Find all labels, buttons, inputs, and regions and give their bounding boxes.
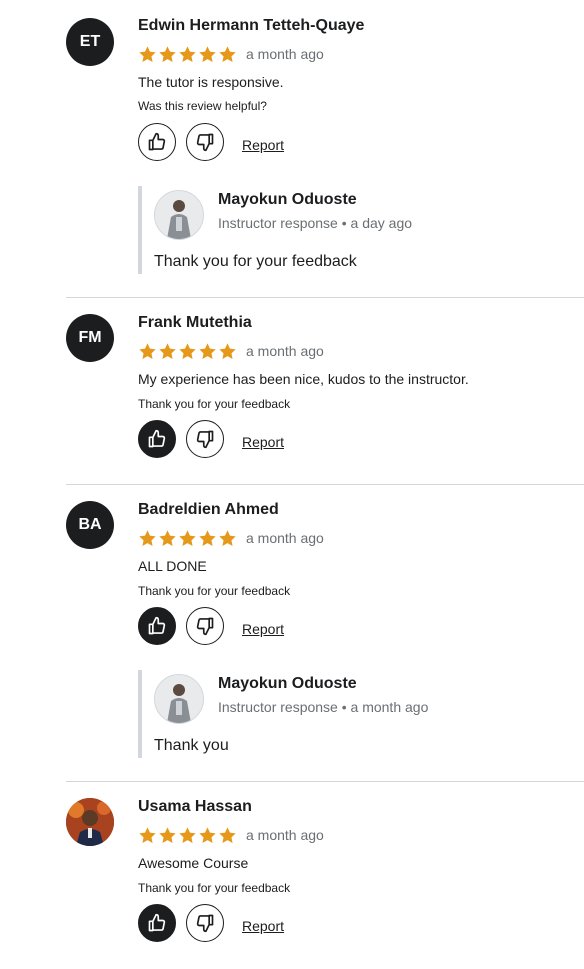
rating: a month ago bbox=[138, 528, 324, 548]
instructor-name: Mayokun Oduoste bbox=[218, 675, 357, 692]
helpful-prompt: Thank you for your feedback bbox=[138, 397, 291, 411]
divider bbox=[66, 297, 584, 298]
review-date: a month ago bbox=[246, 530, 324, 546]
thumbs-up-icon bbox=[148, 132, 166, 151]
instructor-name: Mayokun Oduoste bbox=[218, 191, 357, 208]
star-icon bbox=[199, 342, 216, 359]
helpful-prompt: Thank you for your feedback bbox=[138, 881, 291, 895]
thumbs-up-button[interactable] bbox=[138, 123, 176, 161]
star-icon bbox=[159, 826, 176, 843]
divider bbox=[66, 484, 584, 485]
star-icon bbox=[179, 826, 196, 843]
review-text: My experience has been nice, kudos to th… bbox=[138, 371, 469, 387]
star-icon bbox=[179, 529, 196, 546]
review-text: The tutor is responsive. bbox=[138, 74, 284, 90]
instructor-avatar bbox=[154, 190, 204, 240]
thumbs-up-icon bbox=[148, 616, 166, 635]
star-icon bbox=[199, 529, 216, 546]
rating: a month ago bbox=[138, 825, 324, 845]
review-date: a month ago bbox=[246, 46, 324, 62]
reviewer-name: Edwin Hermann Tetteh-Quaye bbox=[138, 17, 365, 34]
thumbs-up-button[interactable] bbox=[138, 607, 176, 645]
review-text: Awesome Course bbox=[138, 855, 249, 871]
helpful-prompt: Thank you for your feedback bbox=[138, 584, 291, 598]
star-icon bbox=[139, 826, 156, 843]
avatar bbox=[66, 798, 114, 846]
thumbs-up-icon bbox=[148, 913, 166, 932]
star-icon bbox=[159, 529, 176, 546]
star-rating bbox=[138, 826, 237, 845]
review-date: a month ago bbox=[246, 827, 324, 843]
star-icon bbox=[139, 529, 156, 546]
instructor-photo-icon bbox=[155, 675, 203, 723]
reviewer-name: Usama Hassan bbox=[138, 798, 252, 815]
response-meta: Instructor response • a day ago bbox=[218, 215, 413, 231]
report-link[interactable]: Report bbox=[242, 433, 284, 451]
user-photo-icon bbox=[66, 798, 114, 846]
thumbs-down-button[interactable] bbox=[186, 904, 224, 942]
review-date: a month ago bbox=[246, 343, 324, 359]
thumbs-down-button[interactable] bbox=[186, 607, 224, 645]
star-icon bbox=[179, 45, 196, 62]
report-link[interactable]: Report bbox=[242, 620, 284, 638]
star-icon bbox=[219, 342, 236, 359]
thumbs-down-icon bbox=[196, 617, 214, 636]
thumbs-down-icon bbox=[196, 430, 214, 449]
report-link[interactable]: Report bbox=[242, 917, 284, 935]
star-rating bbox=[138, 529, 237, 548]
star-icon bbox=[159, 342, 176, 359]
divider bbox=[66, 781, 584, 782]
star-icon bbox=[199, 45, 216, 62]
star-rating bbox=[138, 342, 237, 361]
instructor-response: Mayokun Oduoste Instructor response • a … bbox=[138, 186, 542, 274]
star-icon bbox=[219, 826, 236, 843]
rating: a month ago bbox=[138, 44, 324, 64]
helpful-prompt: Was this review helpful? bbox=[138, 99, 267, 113]
review-text: ALL DONE bbox=[138, 558, 207, 574]
thumbs-down-button[interactable] bbox=[186, 123, 224, 161]
thumbs-up-button[interactable] bbox=[138, 904, 176, 942]
instructor-response: Mayokun Oduoste Instructor response • a … bbox=[138, 670, 542, 758]
reviewer-name: Frank Mutethia bbox=[138, 314, 252, 331]
reviewer-name: Badreldien Ahmed bbox=[138, 501, 279, 518]
avatar: BA bbox=[66, 501, 114, 549]
rating: a month ago bbox=[138, 341, 324, 361]
thumbs-down-button[interactable] bbox=[186, 420, 224, 458]
avatar: FM bbox=[66, 314, 114, 362]
star-rating bbox=[138, 45, 237, 64]
instructor-photo-icon bbox=[155, 191, 203, 239]
thumbs-down-icon bbox=[196, 914, 214, 933]
star-icon bbox=[139, 342, 156, 359]
thumbs-up-button[interactable] bbox=[138, 420, 176, 458]
instructor-avatar bbox=[154, 674, 204, 724]
avatar: ET bbox=[66, 18, 114, 66]
star-icon bbox=[159, 45, 176, 62]
report-link[interactable]: Report bbox=[242, 136, 284, 154]
response-text: Thank you for your feedback bbox=[154, 253, 357, 270]
thumbs-up-icon bbox=[148, 429, 166, 448]
response-meta: Instructor response • a month ago bbox=[218, 699, 429, 715]
thumbs-down-icon bbox=[196, 133, 214, 152]
response-text: Thank you bbox=[154, 737, 229, 754]
star-icon bbox=[219, 45, 236, 62]
star-icon bbox=[179, 342, 196, 359]
star-icon bbox=[139, 45, 156, 62]
star-icon bbox=[199, 826, 216, 843]
star-icon bbox=[219, 529, 236, 546]
